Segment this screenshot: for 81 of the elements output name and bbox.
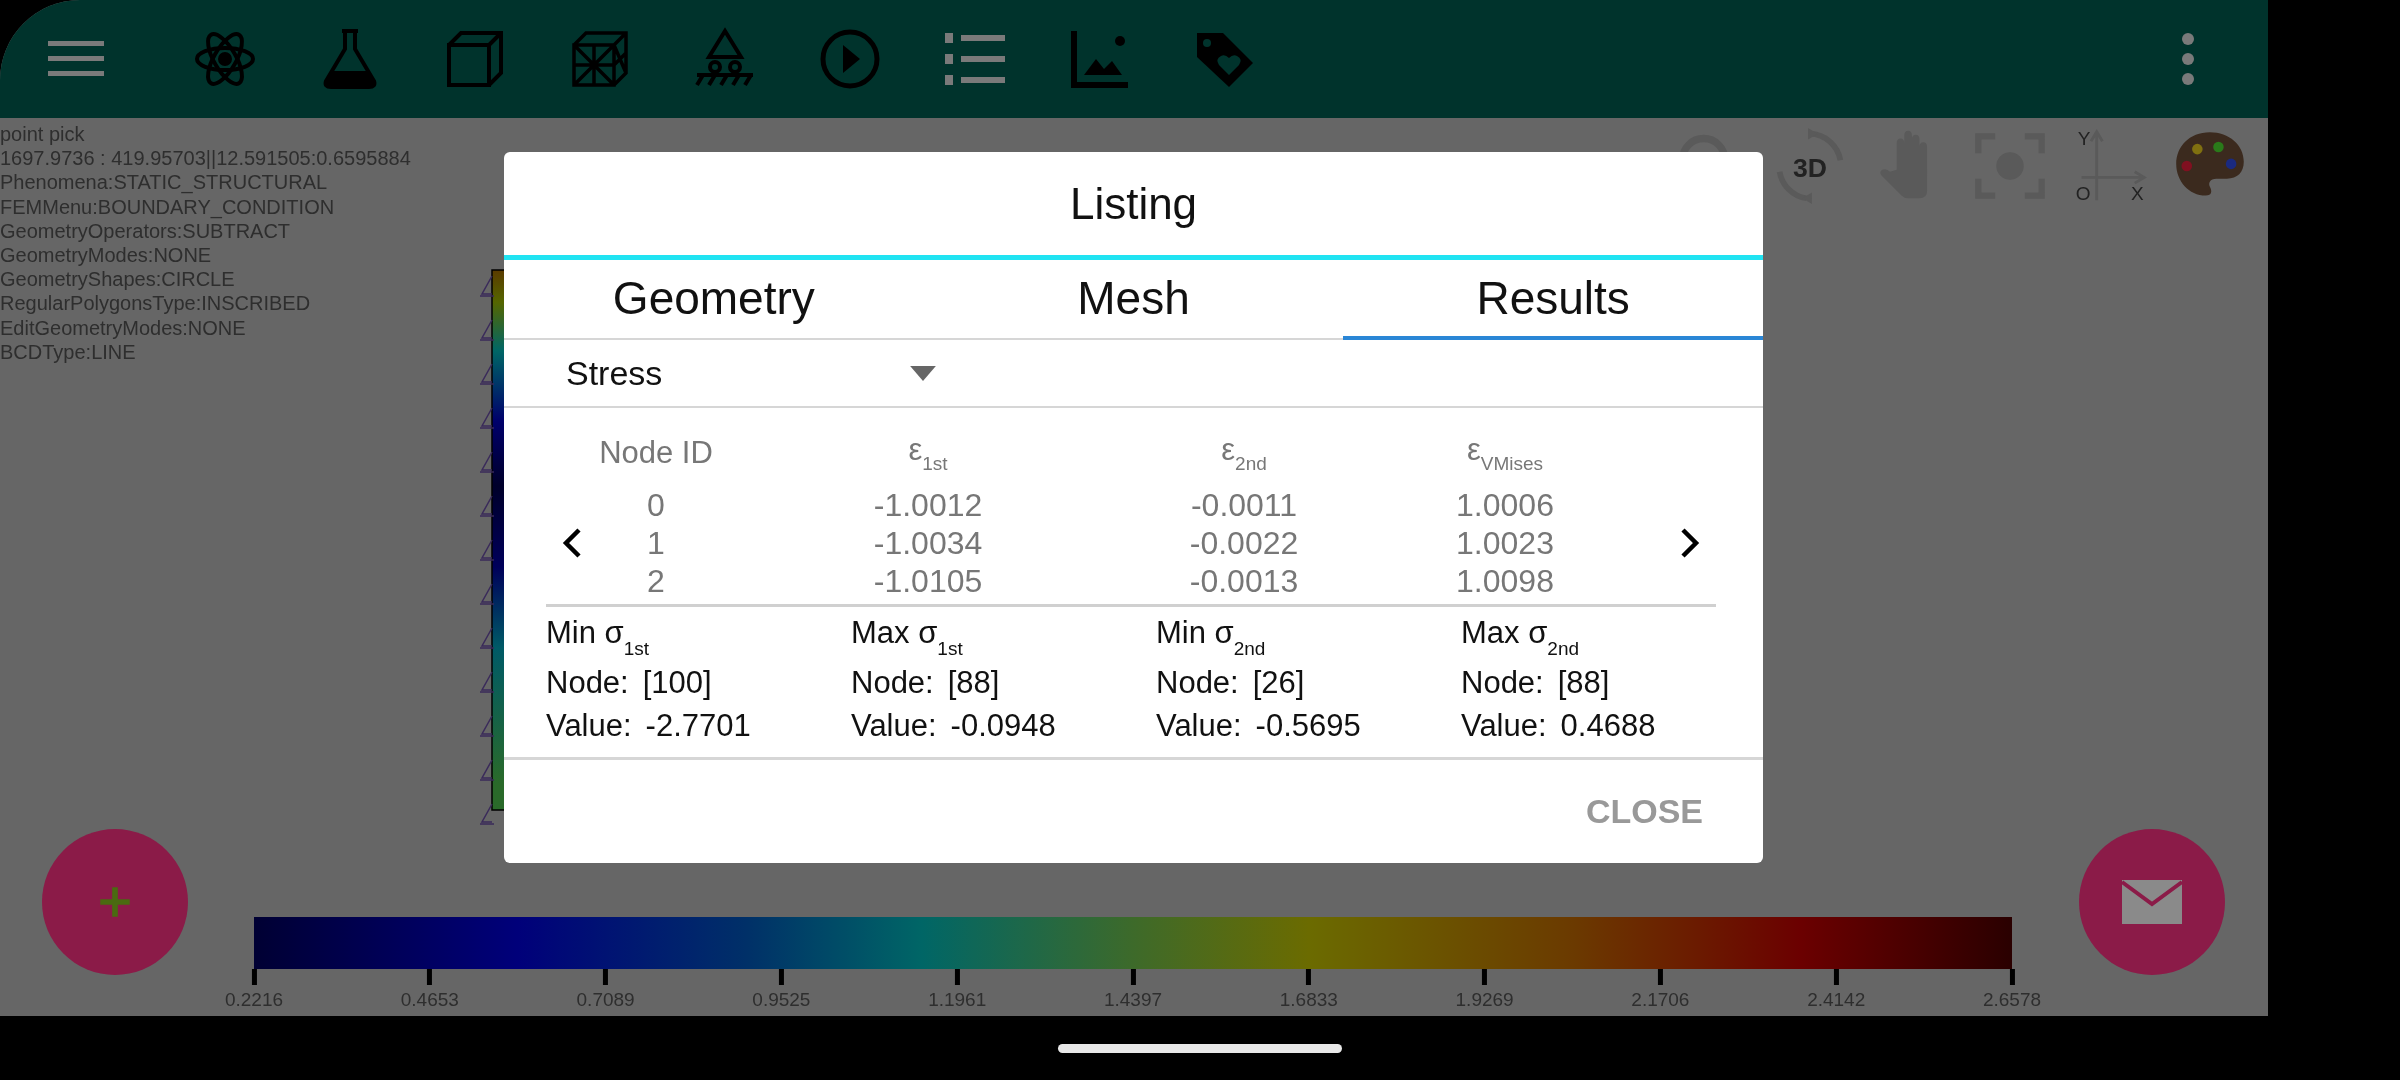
tab[interactable]: Results	[1343, 260, 1763, 340]
value-label: Value:	[546, 708, 632, 745]
status-text: GeometryOperators:SUBTRACT	[0, 219, 291, 243]
scale-label: 1.6833	[1279, 989, 1338, 1011]
node-label: Node:	[546, 665, 629, 702]
node-label: Node:	[851, 665, 934, 702]
tick-mark	[1482, 969, 1488, 985]
value-label: Value:	[1156, 708, 1242, 745]
scale-label: 2.4142	[1807, 989, 1866, 1011]
table-cell-text: -1.0105	[872, 562, 984, 600]
dialog-title: Listing	[504, 152, 1763, 260]
table-cell-text: 1.0006	[1455, 486, 1555, 524]
table-cell-text: 2	[646, 562, 666, 600]
tick-mark	[427, 969, 433, 985]
tick-mark	[2009, 969, 2015, 985]
caret-icon	[910, 365, 936, 381]
stress-value: -0.0948	[950, 708, 1056, 745]
scale-label: 0.4653	[400, 989, 459, 1011]
node-value: [26]	[1252, 665, 1305, 702]
status-text: 1697.9736 : 419.95703||12.591505:0.6595884	[0, 146, 411, 171]
scale-label: 1.4397	[1103, 989, 1163, 1011]
mail-icon	[2120, 878, 2184, 926]
tick-mark	[603, 969, 609, 985]
value-label: Value:	[1461, 708, 1547, 745]
scale-label: 1.1961	[928, 989, 987, 1011]
node-value: [88]	[1557, 665, 1610, 702]
column-header: Node ID	[598, 435, 714, 471]
tick-mark	[251, 969, 257, 985]
column-header: ε$_{2nd}$	[1220, 431, 1268, 475]
table-cell-text: 0	[646, 486, 666, 524]
status-text: Phenomena:STATIC_STRUCTURAL	[0, 170, 328, 195]
home-handle[interactable]	[1058, 1043, 1342, 1053]
scale-label: 2.1706	[1631, 989, 1690, 1011]
status-text: BCDType:LINE	[0, 339, 136, 365]
table-cell-text: 1	[646, 524, 666, 562]
type-dropdown[interactable]: Stress	[566, 353, 936, 393]
stress-value: -2.7701	[645, 708, 751, 745]
stress-value: -0.5695	[1255, 708, 1361, 745]
node-value: [88]	[947, 665, 1000, 702]
tick-mark	[1306, 969, 1312, 985]
status-text: EditGeometryModes:NONE	[0, 315, 246, 340]
node-label: Node:	[1461, 665, 1544, 702]
summary-title: Max σ$_{1st}$	[851, 615, 963, 661]
play-icon[interactable]	[818, 27, 882, 91]
plus-icon	[98, 885, 132, 919]
chevron-right-icon	[1680, 527, 1700, 559]
table-cell-text: 1.0098	[1455, 562, 1555, 600]
overflow-menu-icon[interactable]	[2180, 31, 2196, 87]
table-cell-text: -1.0034	[872, 524, 984, 562]
status-text: FEMMenu:BOUNDARY_CONDITION	[0, 194, 335, 219]
status-text: GeometryModes:NONE	[0, 243, 212, 268]
status-text: point pick	[0, 122, 85, 147]
table-cell-text: -0.0013	[1188, 562, 1300, 600]
column-header: ε$_{1st}$	[907, 431, 949, 475]
column-header: ε$_{VMises}$	[1465, 431, 1545, 475]
tick-mark	[1833, 969, 1839, 985]
scale-label: 0.9525	[752, 989, 811, 1011]
tick-mark	[954, 969, 960, 985]
status-text: RegularPolygonsType:INSCRIBED	[0, 291, 311, 316]
tab[interactable]: Geometry	[504, 260, 924, 340]
table-cell-text: 1.0023	[1455, 524, 1555, 562]
status-text: GeometryShapes:CIRCLE	[0, 267, 235, 292]
value-label: Value:	[851, 708, 937, 745]
table-cell-text: -0.0011	[1189, 486, 1299, 524]
table-cell-text: -1.0012	[872, 486, 984, 524]
node-value: [100]	[642, 665, 712, 702]
summary-title: Max σ$_{2nd}$	[1461, 615, 1579, 661]
summary-title: Min σ$_{1st}$	[546, 615, 650, 661]
summary-title: Min σ$_{2nd}$	[1156, 615, 1266, 661]
chevron-left-icon	[562, 527, 582, 559]
tick-mark	[1657, 969, 1663, 985]
scale-label: 1.9269	[1455, 989, 1514, 1011]
scale-label: 2.6578	[1982, 989, 2042, 1011]
scale-label: 0.7089	[576, 989, 635, 1011]
tab[interactable]: Mesh	[923, 260, 1344, 340]
tick-mark	[778, 969, 784, 985]
scale-label: 0.2216	[224, 989, 284, 1011]
tick-mark	[1130, 969, 1136, 985]
stress-value: 0.4688	[1560, 708, 1656, 745]
node-label: Node:	[1156, 665, 1239, 702]
table-cell-text: -0.0022	[1188, 524, 1300, 562]
